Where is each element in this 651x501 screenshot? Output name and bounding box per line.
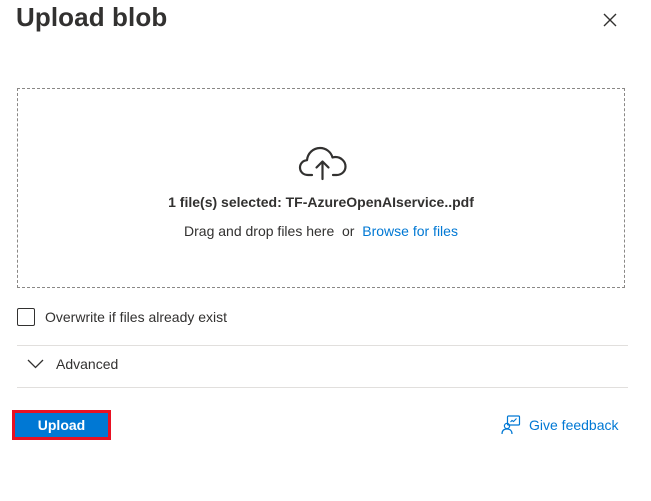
advanced-label: Advanced [56,356,119,372]
drag-drop-text: Drag and drop files here [184,223,335,239]
overwrite-label: Overwrite if files already exist [45,309,228,325]
drag-drop-line: Drag and drop files here or Browse for f… [18,223,624,239]
divider [17,387,628,388]
advanced-toggle[interactable]: Advanced [27,356,118,372]
overwrite-checkbox[interactable] [17,308,35,326]
feedback-person-icon [501,415,521,435]
file-dropzone[interactable]: 1 file(s) selected: TF-AzureOpenAIservic… [17,88,625,288]
cloud-upload-icon [298,146,347,181]
selected-file-text: 1 file(s) selected: TF-AzureOpenAIservic… [168,194,474,210]
page-title: Upload blob [16,2,168,32]
upload-button[interactable]: Upload [12,410,111,440]
give-feedback-link[interactable]: Give feedback [501,415,619,435]
or-text: or [342,223,355,239]
close-button[interactable] [598,8,622,32]
give-feedback-label: Give feedback [529,417,619,433]
divider [17,345,628,346]
chevron-down-icon [27,359,44,369]
close-icon [603,13,617,27]
browse-files-link[interactable]: Browse for files [362,223,458,239]
upload-blob-panel: Upload blob 1 file(s) selected: TF-Azure… [0,0,651,501]
overwrite-option[interactable]: Overwrite if files already exist [17,308,227,326]
